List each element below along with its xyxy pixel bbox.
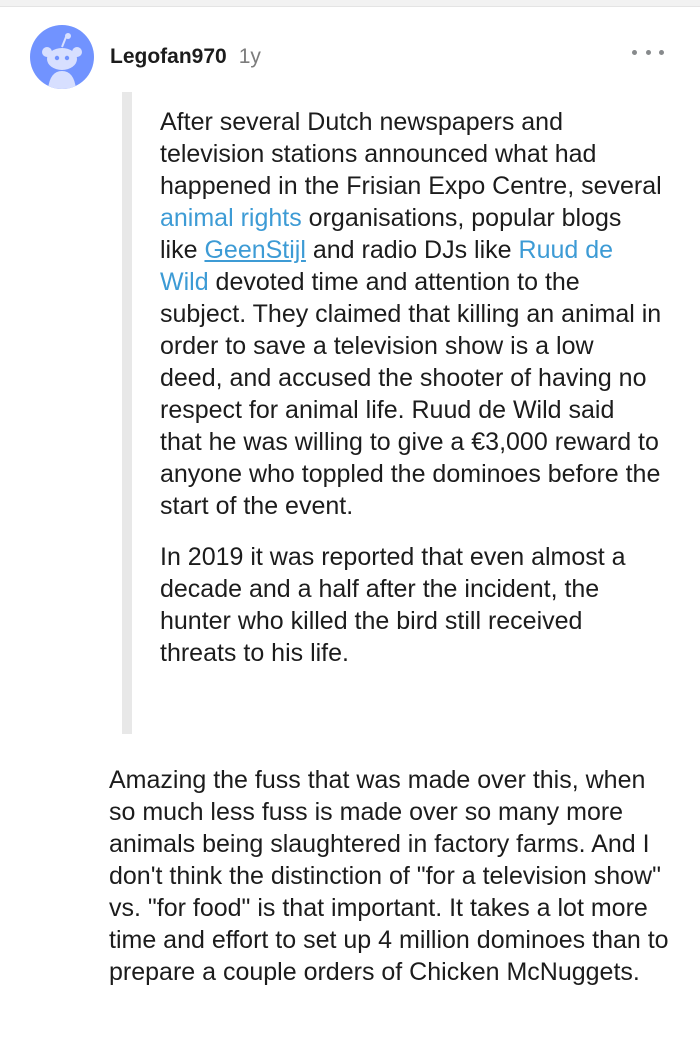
reddit-snoo-icon <box>42 33 82 89</box>
quote-paragraph-1: After several Dutch newspapers and telev… <box>132 106 662 522</box>
comment-body: Amazing the fuss that was made over this… <box>109 766 669 986</box>
top-divider <box>0 0 700 7</box>
quote-paragraph-2: In 2019 it was reported that even almost… <box>160 543 626 667</box>
quote-text: After several Dutch newspapers and telev… <box>160 108 662 200</box>
avatar[interactable] <box>30 25 94 89</box>
more-options-dot <box>659 49 664 55</box>
quote-text: and radio DJs like <box>305 236 519 264</box>
link-animal-rights[interactable]: animal rights <box>160 204 302 232</box>
username[interactable]: Legofan970 <box>110 45 227 69</box>
more-options-button[interactable] <box>632 42 664 62</box>
quote-block: After several Dutch newspapers and telev… <box>122 92 662 734</box>
comment-age: 1y <box>238 45 261 68</box>
more-options-icon <box>632 49 637 55</box>
link-geenstijl[interactable]: GeenStijl <box>204 236 305 264</box>
comment-header: Legofan970 1y <box>30 22 261 92</box>
quote-text: devoted time and attention to the subjec… <box>160 268 662 520</box>
more-options-dot <box>645 49 651 55</box>
